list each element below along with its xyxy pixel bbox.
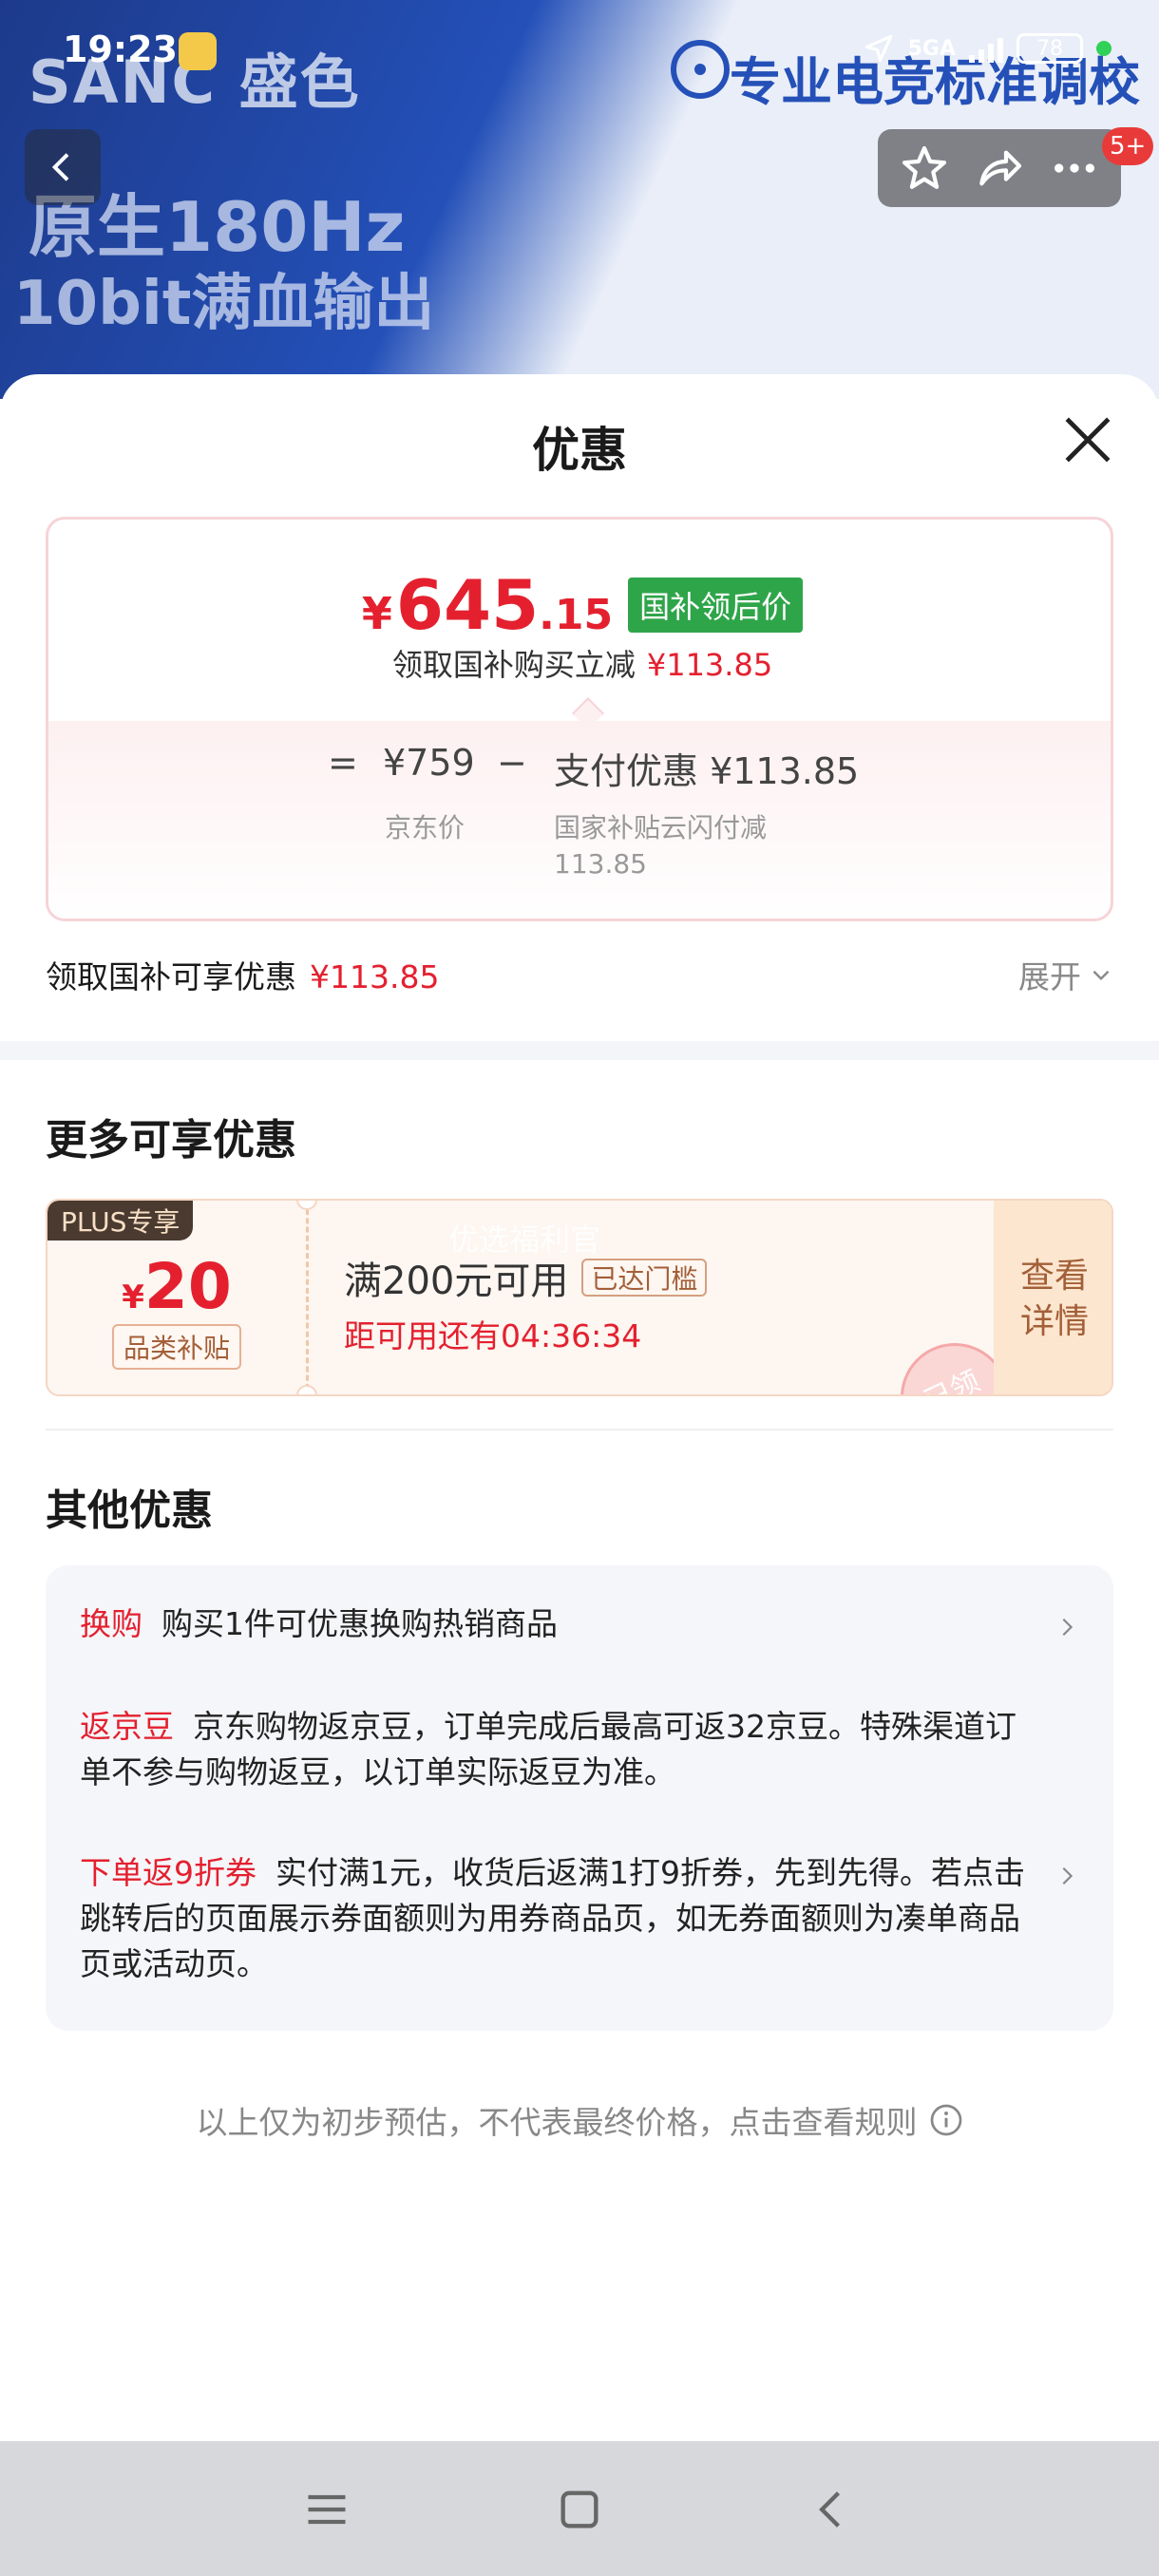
home-icon[interactable]: [555, 2485, 604, 2534]
coupon-condition: 满200元可用 已达门槛: [344, 1250, 708, 1305]
plus-coupon: ¥20 品类补贴 PLUS专享 优选福利官 满200元可用 已达门槛 距可用还有…: [46, 1199, 1113, 1396]
jd-price-note: 京东价: [385, 812, 466, 843]
price-currency: ¥: [361, 588, 392, 639]
final-price: ¥ 645 .15 国补领后价: [48, 565, 1111, 645]
location-icon: [864, 34, 892, 63]
info-icon: [930, 2104, 961, 2136]
back-icon: [51, 153, 69, 181]
system-nav-bar: [0, 2441, 1159, 2576]
price-card: ¥ 645 .15 国补领后价 领取国补购买立减 ¥113.85 = ¥759 −…: [46, 517, 1113, 921]
coupon-currency: ¥: [122, 1279, 144, 1316]
list-item-exchange[interactable]: 换购 购买1件可优惠换购热销商品: [80, 1601, 1030, 1647]
chevron-right-icon[interactable]: [1056, 1617, 1077, 1638]
menu-icon[interactable]: [302, 2485, 352, 2534]
subsidy-label: 领取国补可享优惠: [46, 958, 296, 995]
coupon-amount: ¥20: [48, 1250, 306, 1323]
other-discounts-list: 换购 购买1件可优惠换购热销商品 返京豆 京东购物返京豆，订单完成后最高可返32京豆…: [46, 1565, 1113, 2031]
item-tag: 换购: [80, 1605, 142, 1642]
payment-discount: 支付优惠 ¥113.85: [554, 750, 860, 792]
network-type: 5GA: [907, 36, 956, 61]
equals-sign: =: [328, 742, 358, 784]
expand-button[interactable]: 展开: [1018, 952, 1113, 997]
coupon-condition-text: 满200元可用: [344, 1260, 569, 1303]
section-divider: [0, 1041, 1159, 1060]
message-badge: 5+: [1102, 127, 1154, 165]
rules-link[interactable]: 以上仅为初步预估，不代表最终价格，点击查看规则: [0, 2097, 1159, 2143]
status-time: 19:23: [63, 28, 178, 70]
coupon-separator: [306, 1201, 309, 1394]
item-text: 购买1件可优惠换购热销商品: [162, 1605, 558, 1642]
coupon-countdown: 距可用还有04:36:34: [344, 1317, 642, 1354]
payment-discount-note: 国家补贴云闪付减 113.85: [554, 812, 768, 880]
app-notification-icon: [179, 32, 217, 70]
status-indicators: 5GA 78: [863, 32, 1112, 65]
discount-sheet: 优惠 ¥ 645 .15 国补领后价 领取国补购买立减 ¥113.85 = ¥75…: [0, 374, 1159, 2441]
list-item-jd-beans: 返京豆 京东购物返京豆，订单完成后最高可返32京豆。特殊渠道订单不参与购物返豆，以…: [80, 1704, 1030, 1795]
back-button[interactable]: [25, 129, 101, 205]
nav-back-icon[interactable]: [808, 2485, 857, 2534]
item-text: 京东购物返京豆，订单完成后最高可返32京豆。特殊渠道订单不参与购物返豆，以订单实…: [80, 1708, 1016, 1790]
more-icon[interactable]: [1048, 142, 1101, 195]
share-icon[interactable]: [973, 142, 1026, 195]
price-integer: 645: [395, 565, 540, 645]
chevron-down-icon: [1092, 970, 1110, 981]
banner-line2: 10bit满血输出: [13, 269, 435, 339]
subsidy-row: 领取国补可享优惠 ¥113.85 展开: [46, 952, 1113, 999]
battery-icon: 78: [1016, 33, 1083, 64]
status-bar: 19:23 5GA 78: [0, 0, 1159, 95]
price-subtitle: 领取国补购买立减 ¥113.85: [48, 641, 1111, 685]
camera-indicator-icon: [1096, 41, 1112, 56]
item-tag: 返京豆: [80, 1708, 174, 1745]
coupon-category: 品类补贴: [112, 1324, 242, 1370]
coupon-value: 20: [143, 1250, 232, 1323]
price-subtitle-label: 领取国补购买立减: [391, 647, 636, 683]
header-actions: [878, 129, 1121, 207]
minus-sign: −: [497, 742, 527, 784]
threshold-reached-tag: 已达门槛: [581, 1259, 708, 1297]
expand-label: 展开: [1018, 958, 1081, 995]
star-icon[interactable]: [898, 142, 951, 195]
thin-divider: [46, 1429, 1113, 1430]
chevron-right-icon[interactable]: [1056, 1866, 1077, 1886]
subsidy-amount: ¥113.85: [310, 958, 440, 995]
price-decimal: .15: [539, 591, 614, 639]
more-discounts-title: 更多可享优惠: [46, 1116, 296, 1165]
coupon-notch-bottom: [296, 1385, 317, 1394]
jd-price: ¥759: [383, 742, 475, 784]
signal-icon: [969, 34, 1003, 63]
subsidy-price-tag: 国补领后价: [628, 578, 804, 633]
price-subtitle-amount: ¥113.85: [646, 647, 773, 683]
plus-exclusive-tag: PLUS专享: [48, 1201, 194, 1241]
footer-text: 以上仅为初步预估，不代表最终价格，点击查看规则: [196, 2104, 918, 2141]
sheet-title: 优惠: [532, 423, 627, 478]
list-item-coupon-return[interactable]: 下单返9折券 实付满1元，收货后返满1打9折券，先到先得。若点击跳转后的页面展示券…: [80, 1850, 1030, 1987]
close-icon[interactable]: [1060, 412, 1115, 467]
battery-level: 78: [1036, 36, 1063, 61]
view-details-button[interactable]: 查看详情: [994, 1201, 1112, 1394]
other-discounts-title: 其他优惠: [46, 1487, 213, 1535]
item-tag: 下单返9折券: [80, 1854, 256, 1891]
